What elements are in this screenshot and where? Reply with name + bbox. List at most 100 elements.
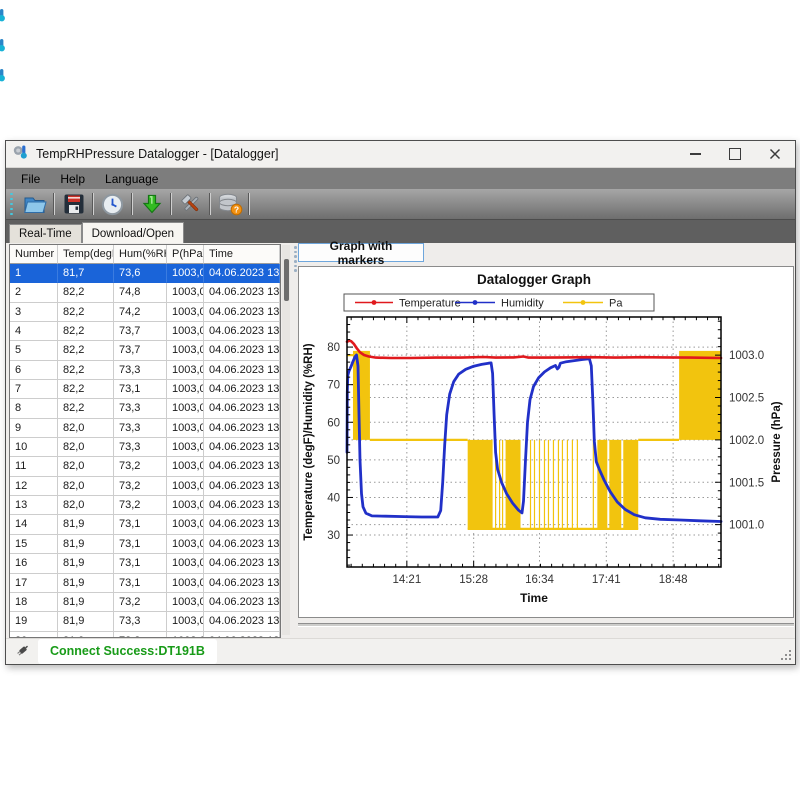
- table-vertical-scrollbar[interactable]: [282, 245, 290, 635]
- table-row[interactable]: 1681,973,11003,004.06.2023 13...: [10, 554, 280, 573]
- menu-item-help[interactable]: Help: [50, 169, 95, 189]
- table-cell: 04.06.2023 13...: [204, 593, 280, 612]
- table-row[interactable]: 782,273,11003,004.06.2023 13...: [10, 380, 280, 399]
- clock-button[interactable]: [97, 191, 128, 217]
- column-header-humrh[interactable]: Hum(%RH): [114, 245, 167, 264]
- minimize-button[interactable]: [675, 141, 715, 167]
- table-cell: 18: [10, 593, 58, 612]
- tab-download-open[interactable]: Download/Open: [82, 222, 184, 244]
- table-cell: 04.06.2023 13...: [204, 496, 280, 515]
- tab-real-time[interactable]: Real-Time: [9, 224, 82, 244]
- table-cell: 04.06.2023 13...: [204, 399, 280, 418]
- table-row[interactable]: 1981,973,31003,004.06.2023 13...: [10, 612, 280, 631]
- database-help-button[interactable]: ?: [214, 191, 245, 217]
- datalogger-chart: 14:2115:2816:3417:4118:48304050607080100…: [299, 267, 793, 617]
- table-header-row: NumberTemp(degF)Hum(%RH)P(hPa)Time: [10, 245, 280, 264]
- table-cell: 82,2: [58, 341, 114, 360]
- table-row[interactable]: 1481,973,11003,004.06.2023 13...: [10, 515, 280, 534]
- open-folder-button[interactable]: [19, 191, 50, 217]
- window-title: TempRHPressure Datalogger - [Datalogger]: [36, 147, 278, 161]
- menu-item-language[interactable]: Language: [95, 169, 168, 189]
- table-cell: 04.06.2023 13...: [204, 554, 280, 573]
- table-cell: 04.06.2023 13...: [204, 535, 280, 554]
- table-row[interactable]: 582,273,71003,004.06.2023 13...: [10, 341, 280, 360]
- table-cell: 1003,0: [167, 496, 204, 515]
- table-cell: 73,1: [114, 574, 167, 593]
- table-row[interactable]: 382,274,21003,004.06.2023 13...: [10, 303, 280, 322]
- svg-text:Temperature (degF)/Humidity (%: Temperature (degF)/Humidity (%RH): [303, 343, 315, 540]
- table-cell: 11: [10, 457, 58, 476]
- table-cell: 04.06.2023 13...: [204, 380, 280, 399]
- table-row[interactable]: 682,273,31003,004.06.2023 13...: [10, 361, 280, 380]
- save-floppy-button[interactable]: [58, 191, 89, 217]
- toolbar-grip[interactable]: [10, 193, 17, 215]
- tools-button[interactable]: [175, 191, 206, 217]
- table-cell: 73,2: [114, 457, 167, 476]
- database-help-icon: ?: [217, 192, 243, 216]
- column-header-time[interactable]: Time: [204, 245, 280, 264]
- close-button[interactable]: [755, 141, 795, 167]
- column-header-phpa[interactable]: P(hPa): [167, 245, 204, 264]
- scrollbar-thumb[interactable]: [284, 259, 289, 301]
- svg-text:Humidity: Humidity: [501, 298, 544, 310]
- table-cell: 1003,0: [167, 574, 204, 593]
- table-cell: 73,1: [114, 380, 167, 399]
- table-cell: 73,1: [114, 535, 167, 554]
- svg-text:14:21: 14:21: [392, 574, 421, 586]
- table-cell: 04.06.2023 13...: [204, 322, 280, 341]
- svg-text:Datalogger Graph: Datalogger Graph: [477, 272, 591, 287]
- table-cell: 82,0: [58, 477, 114, 496]
- table-row[interactable]: 1382,073,21003,004.06.2023 13...: [10, 496, 280, 515]
- table-row[interactable]: 1182,073,21003,004.06.2023 13...: [10, 457, 280, 476]
- toolbar: ?: [6, 189, 795, 220]
- graph-with-markers-button[interactable]: Graph with markers: [298, 243, 424, 262]
- main-content: NumberTemp(degF)Hum(%RH)P(hPa)Time181,77…: [6, 243, 795, 639]
- table-row[interactable]: 1781,973,11003,004.06.2023 13...: [10, 574, 280, 593]
- svg-text:Time: Time: [520, 591, 548, 605]
- table-row[interactable]: 1082,073,31003,004.06.2023 13...: [10, 438, 280, 457]
- page: { "page": { "edge_icons": [ {"name": "ap…: [0, 0, 800, 800]
- table-row[interactable]: 482,273,71003,004.06.2023 13...: [10, 322, 280, 341]
- table-cell: 1003,0: [167, 535, 204, 554]
- table-cell: 1003,0: [167, 341, 204, 360]
- maximize-icon: [729, 148, 741, 160]
- table-cell: 15: [10, 535, 58, 554]
- save-floppy-icon: [63, 193, 85, 215]
- table-row[interactable]: 1581,973,11003,004.06.2023 13...: [10, 535, 280, 554]
- table-cell: 81,9: [58, 593, 114, 612]
- resize-grip[interactable]: [781, 650, 792, 661]
- table-row[interactable]: 282,274,81003,004.06.2023 13...: [10, 283, 280, 302]
- table-row[interactable]: 1282,073,21003,004.06.2023 13...: [10, 477, 280, 496]
- download-arrow-button[interactable]: [136, 191, 167, 217]
- table-cell: 14: [10, 515, 58, 534]
- table-cell: 1003,0: [167, 438, 204, 457]
- table-cell: 82,0: [58, 419, 114, 438]
- table-cell: 1003,0: [167, 399, 204, 418]
- toolbar-separator: [131, 193, 133, 215]
- table-cell: 81,9: [58, 515, 114, 534]
- table-row[interactable]: 1881,973,21003,004.06.2023 13...: [10, 593, 280, 612]
- horizontal-groove: [298, 623, 794, 627]
- title-bar: TempRHPressure Datalogger - [Datalogger]: [6, 141, 795, 168]
- menu-item-file[interactable]: File: [11, 169, 50, 189]
- table-cell: 82,0: [58, 457, 114, 476]
- table-cell: 82,2: [58, 380, 114, 399]
- chart-panel: 14:2115:2816:3417:4118:48304050607080100…: [298, 266, 794, 618]
- maximize-button[interactable]: [715, 141, 755, 167]
- table-row[interactable]: 882,273,31003,004.06.2023 13...: [10, 399, 280, 418]
- table-cell: 5: [10, 341, 58, 360]
- column-header-number[interactable]: Number: [10, 245, 58, 264]
- menu-bar: FileHelpLanguage: [6, 168, 795, 189]
- column-header-tempdegf[interactable]: Temp(degF): [58, 245, 114, 264]
- table-cell: 19: [10, 612, 58, 631]
- table-cell: 04.06.2023 13...: [204, 264, 280, 283]
- table-row[interactable]: 181,773,61003,004.06.2023 13...: [10, 264, 280, 283]
- status-bar: Connect Success:DT191B: [6, 638, 795, 664]
- table-cell: 8: [10, 399, 58, 418]
- data-table[interactable]: NumberTemp(degF)Hum(%RH)P(hPa)Time181,77…: [9, 244, 281, 638]
- table-row[interactable]: 982,073,31003,004.06.2023 13...: [10, 419, 280, 438]
- table-cell: 81,9: [58, 574, 114, 593]
- table-cell: 74,8: [114, 283, 167, 302]
- svg-text:15:28: 15:28: [459, 574, 488, 586]
- table-cell: 73,6: [114, 264, 167, 283]
